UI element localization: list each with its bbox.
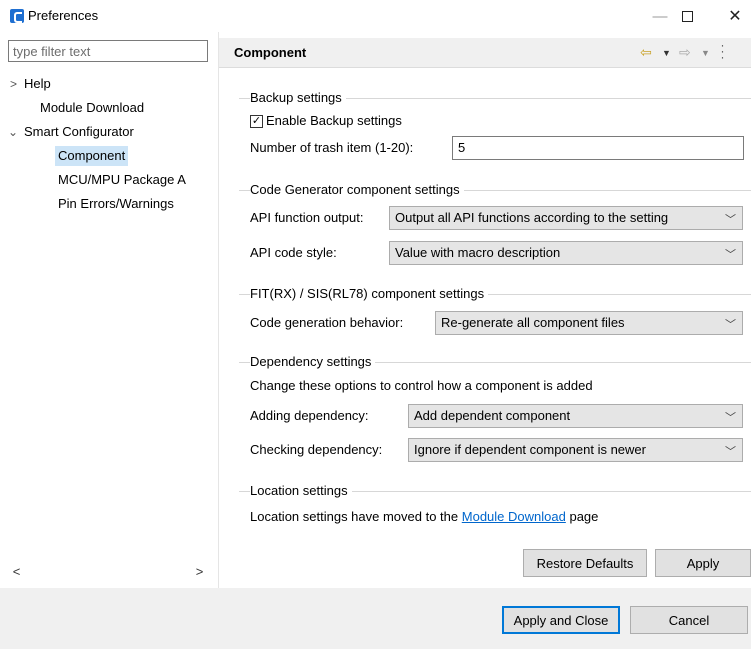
tree-item-component[interactable]: Component: [55, 146, 129, 166]
code-generator-group: Code Generator component settings API fu…: [239, 181, 751, 273]
title-bar: Preferences — ✕: [0, 0, 751, 32]
code-behavior-select[interactable]: Re-generate all component files ﹀: [435, 311, 743, 335]
chevron-down-icon: ﹀: [725, 214, 736, 226]
adding-dependency-select[interactable]: Add dependent component ﹀: [408, 404, 743, 428]
tree-item-pin-errors[interactable]: Pin Errors/Warnings: [58, 194, 174, 214]
preference-page: Component ⇦ ▼ ⇨ ▼ · · · Backup settings ✓ …: [219, 32, 751, 588]
minimize-icon: —: [652, 7, 668, 25]
location-message: Location settings have moved to the Modu…: [250, 508, 598, 526]
apply-and-close-button[interactable]: Apply and Close: [502, 606, 620, 634]
checking-dependency-select[interactable]: Ignore if dependent component is newer ﹀: [408, 438, 743, 462]
adding-dependency-label: Adding dependency:: [250, 408, 369, 423]
code-behavior-label: Code generation behavior:: [250, 315, 404, 330]
forward-arrow-icon[interactable]: ⇨: [679, 44, 691, 61]
back-arrow-icon[interactable]: ⇦: [640, 44, 652, 61]
code-behavior-value: Re-generate all component files: [441, 315, 625, 330]
api-style-value: Value with macro description: [395, 245, 561, 260]
app-icon: [10, 9, 24, 23]
trash-item-label: Number of trash item (1-20):: [250, 140, 414, 155]
fit-settings-group: FIT(RX) / SIS(RL78) component settings C…: [239, 285, 751, 345]
window-title: Preferences: [28, 8, 99, 23]
preference-tree-pane: > Help Module Download ⌄ Smart Configura…: [0, 32, 218, 588]
maximize-icon: [681, 10, 693, 22]
trash-item-input[interactable]: 5: [452, 136, 744, 160]
api-output-select[interactable]: Output all API functions according to th…: [389, 206, 743, 230]
cancel-button[interactable]: Cancel: [630, 606, 748, 634]
scroll-right-icon[interactable]: >: [191, 563, 208, 580]
back-menu-icon[interactable]: ▼: [662, 48, 671, 58]
backup-settings-group: Backup settings ✓ Enable Backup settings…: [239, 89, 751, 171]
chevron-down-icon[interactable]: ⌄: [8, 122, 18, 142]
chevron-down-icon: ﹀: [725, 446, 736, 458]
enable-backup-checkbox[interactable]: ✓: [250, 115, 263, 128]
module-download-link[interactable]: Module Download: [462, 509, 566, 524]
location-settings-group: Location settings Location settings have…: [239, 482, 751, 532]
tree-item-help[interactable]: Help: [24, 74, 51, 94]
view-menu-icon[interactable]: · · ·: [719, 39, 725, 63]
tree-item-smart-configurator[interactable]: Smart Configurator: [24, 122, 134, 142]
api-output-label: API function output:: [250, 210, 364, 225]
chevron-down-icon: ﹀: [725, 249, 736, 261]
group-title: Dependency settings: [250, 353, 376, 371]
dialog-footer: Apply and Close Cancel: [0, 588, 751, 649]
maximize-button[interactable]: [667, 2, 707, 30]
api-style-label: API code style:: [250, 245, 337, 260]
page-title: Component: [234, 45, 307, 60]
group-title: Backup settings: [250, 89, 346, 107]
close-button[interactable]: ✕: [715, 2, 751, 30]
horizontal-scrollbar[interactable]: < >: [8, 563, 208, 580]
chevron-down-icon: ﹀: [725, 319, 736, 331]
api-output-value: Output all API functions according to th…: [395, 210, 669, 225]
dependency-description: Change these options to control how a co…: [250, 378, 593, 393]
enable-backup-label[interactable]: Enable Backup settings: [266, 112, 402, 130]
tree-item-mcu-package[interactable]: MCU/MPU Package A: [58, 170, 218, 190]
apply-button[interactable]: Apply: [655, 549, 751, 577]
checking-dependency-label: Checking dependency:: [250, 442, 383, 457]
location-text-before: Location settings have moved to the: [250, 509, 459, 524]
tree-item-module-download[interactable]: Module Download: [40, 98, 144, 118]
chevron-right-icon[interactable]: >: [10, 74, 17, 94]
close-icon: ✕: [728, 8, 742, 25]
dependency-settings-group: Dependency settings Change these options…: [239, 353, 751, 471]
forward-menu-icon[interactable]: ▼: [701, 48, 710, 58]
filter-input[interactable]: [8, 40, 208, 62]
adding-dependency-value: Add dependent component: [414, 408, 571, 423]
page-header: Component ⇦ ▼ ⇨ ▼ · · ·: [219, 38, 751, 68]
restore-defaults-button[interactable]: Restore Defaults: [523, 549, 647, 577]
checking-dependency-value: Ignore if dependent component is newer: [414, 442, 646, 457]
group-title: FIT(RX) / SIS(RL78) component settings: [250, 285, 489, 303]
group-title: Location settings: [250, 482, 352, 500]
scroll-left-icon[interactable]: <: [8, 563, 25, 580]
api-style-select[interactable]: Value with macro description ﹀: [389, 241, 743, 265]
location-text-after: page: [569, 509, 599, 524]
chevron-down-icon: ﹀: [725, 412, 736, 424]
group-title: Code Generator component settings: [250, 181, 464, 199]
